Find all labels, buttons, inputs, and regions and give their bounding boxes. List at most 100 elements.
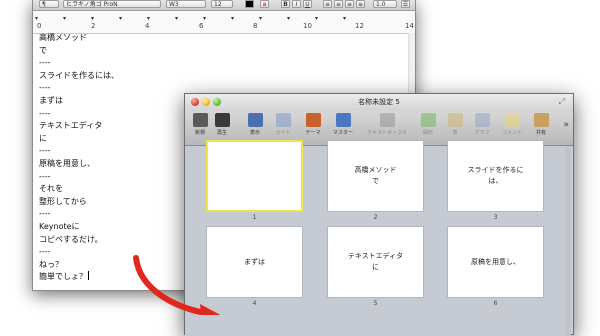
font-size-field[interactable]: 12 bbox=[211, 0, 233, 8]
shapes-icon bbox=[420, 113, 436, 127]
paragraph-style-popup[interactable]: ¶ bbox=[39, 0, 59, 8]
play-icon bbox=[214, 113, 230, 127]
slide-text: 高橋メソッドで bbox=[355, 165, 397, 187]
toolbar-button-table[interactable]: 表 bbox=[443, 113, 467, 143]
master-icon bbox=[335, 113, 351, 127]
slide-thumbnail[interactable]: スライドを作るに は、 bbox=[447, 140, 544, 212]
textbox-icon bbox=[379, 113, 395, 127]
slide-thumbnail[interactable]: テキストエディタに bbox=[327, 226, 424, 298]
toolbar-button-label: コメント bbox=[501, 130, 522, 136]
tab-stop-marker[interactable]: ▾ bbox=[231, 15, 234, 22]
slide-number: 6 bbox=[493, 300, 498, 307]
text-line-content: 簡単でしょ？ bbox=[39, 272, 87, 282]
highlight-color-well[interactable]: a bbox=[260, 0, 269, 8]
slide-thumbnail[interactable]: 原稿を用意し、 bbox=[447, 226, 544, 298]
tab-stop-marker[interactable]: ▾ bbox=[343, 15, 346, 22]
toolbar-button-play[interactable]: 再生 bbox=[211, 113, 233, 143]
slide-text: テキストエディタに bbox=[348, 251, 403, 273]
slide-thumbnail[interactable]: 高橋メソッドで bbox=[327, 140, 424, 212]
ruler-label: 6 bbox=[199, 22, 204, 30]
toolbar-button-textbox[interactable]: テキストボックス bbox=[361, 113, 413, 143]
tab-stop-marker[interactable]: ▾ bbox=[63, 15, 66, 22]
text-color-well[interactable] bbox=[245, 0, 254, 8]
slide-text-line: まずは bbox=[244, 257, 265, 266]
tab-stop-marker[interactable]: ▾ bbox=[287, 15, 290, 22]
align-center-button[interactable]: ≡ bbox=[334, 0, 343, 8]
slide-text-line: で bbox=[372, 177, 379, 185]
slide-number: 5 bbox=[373, 300, 378, 307]
ruler[interactable]: ▾ ▾ ▾ ▾ ▾ ▾ ▾ ▾ ▾ ▾ ▾ ▾ 0 2 4 6 8 10 12 … bbox=[33, 11, 415, 34]
slide-text-line: テキストエディタ bbox=[347, 252, 404, 260]
font-weight-popup[interactable]: W3 bbox=[166, 0, 206, 8]
slide-text-line: 原稿を用意し、 bbox=[471, 257, 520, 266]
slide-text-line: 高橋メソッド bbox=[354, 166, 397, 174]
slide-number: 4 bbox=[252, 300, 257, 307]
ruler-label: 10 bbox=[303, 22, 312, 30]
tab-stop-marker[interactable]: ▾ bbox=[91, 15, 94, 22]
toolbar-button-label: グラフ bbox=[474, 130, 490, 136]
slide-text: スライドを作るに は、 bbox=[468, 165, 524, 187]
text-caret bbox=[88, 271, 89, 281]
align-right-button[interactable]: ≡ bbox=[345, 0, 354, 8]
slide-number: 1 bbox=[252, 214, 257, 221]
toolbar-button-label: マスター bbox=[332, 130, 353, 136]
bold-button[interactable]: B bbox=[281, 0, 290, 8]
text-line: スライドを作るには、 bbox=[39, 70, 119, 80]
line-spacing-popup[interactable]: 1.0 bbox=[373, 0, 397, 8]
toolbar-button-shapes[interactable]: 図形 bbox=[415, 113, 441, 143]
new-slide-icon bbox=[192, 113, 208, 127]
tab-stop-marker[interactable]: ▾ bbox=[315, 15, 318, 22]
slide-text: まずは bbox=[244, 257, 265, 268]
slide-thumbnail[interactable]: まずは bbox=[206, 226, 303, 298]
text-line: で bbox=[39, 45, 47, 55]
tab-stop-marker[interactable]: ▾ bbox=[175, 15, 178, 22]
slide-text-line: は、 bbox=[488, 177, 503, 185]
align-left-button[interactable]: ≡ bbox=[323, 0, 332, 8]
tab-stop-marker[interactable]: ▾ bbox=[35, 15, 38, 22]
ruler-label: 12 bbox=[355, 22, 364, 30]
chart-icon bbox=[474, 113, 490, 127]
toolbar-button-guide[interactable]: ガイド bbox=[269, 113, 297, 143]
toolbar-button-label: テキストボックス bbox=[367, 130, 407, 136]
slide-sorter[interactable]: 1 高橋メソッドで 2 スライドを作るに は、 3 まずは 4 テキストエディタに 5 原稿を用意し… bbox=[185, 140, 571, 336]
slide-number: 2 bbox=[373, 214, 378, 221]
toolbar-button-theme[interactable]: テーマ bbox=[299, 113, 327, 143]
underline-button[interactable]: U bbox=[303, 0, 312, 8]
toolbar-button-label: 共有 bbox=[535, 130, 546, 136]
ruler-label: 0 bbox=[37, 22, 42, 30]
toolbar-button-master[interactable]: マスター bbox=[325, 113, 361, 143]
ruler-label: 8 bbox=[253, 22, 258, 30]
text-line: 高橋メソッド bbox=[39, 33, 87, 42]
tab-stop-marker[interactable]: ▾ bbox=[259, 15, 262, 22]
ruler-label: 14 bbox=[405, 22, 414, 30]
slide-number: 3 bbox=[493, 214, 498, 221]
toolbar-button-view[interactable]: 表示 bbox=[241, 113, 269, 143]
text-line: ---- bbox=[39, 58, 51, 68]
view-icon bbox=[247, 113, 263, 127]
slide-sorter-scrollbar[interactable] bbox=[565, 146, 571, 336]
guide-icon bbox=[275, 113, 291, 127]
tab-stop-marker[interactable]: ▾ bbox=[147, 15, 150, 22]
table-icon bbox=[447, 113, 463, 127]
ruler-label: 4 bbox=[145, 22, 150, 30]
toolbar-button-new-slide[interactable]: 新規 bbox=[189, 113, 211, 143]
toolbar-button-label: ガイド bbox=[275, 130, 291, 136]
ruler-label: 2 bbox=[91, 22, 96, 30]
toolbar-button-label: 表 bbox=[452, 130, 458, 136]
font-family-popup[interactable]: ヒラギノ角ゴ ProN bbox=[63, 0, 161, 8]
toolbar-button-label: 新規 bbox=[194, 130, 205, 136]
toolbar-overflow-icon[interactable]: » bbox=[563, 120, 569, 130]
toolbar-button-label: 再生 bbox=[216, 130, 227, 136]
toolbar-button-share[interactable]: 共有 bbox=[530, 113, 552, 143]
list-button[interactable]: ☰ bbox=[401, 0, 410, 8]
justify-button[interactable]: ≡ bbox=[356, 0, 365, 8]
toolbar-button-chart[interactable]: グラフ bbox=[469, 113, 495, 143]
toolbar-button-comment[interactable]: コメント bbox=[497, 113, 527, 143]
slide-text-line: スライドを作るに bbox=[467, 166, 524, 174]
slide-thumbnail[interactable] bbox=[206, 140, 303, 212]
fullscreen-icon[interactable]: ⤢ bbox=[559, 97, 565, 107]
title-bar[interactable]: 名称未設定 5 ⤢ bbox=[185, 94, 573, 112]
italic-button[interactable]: I bbox=[292, 0, 301, 8]
tab-stop-marker[interactable]: ▾ bbox=[119, 15, 122, 22]
tab-stop-marker[interactable]: ▾ bbox=[203, 15, 206, 22]
